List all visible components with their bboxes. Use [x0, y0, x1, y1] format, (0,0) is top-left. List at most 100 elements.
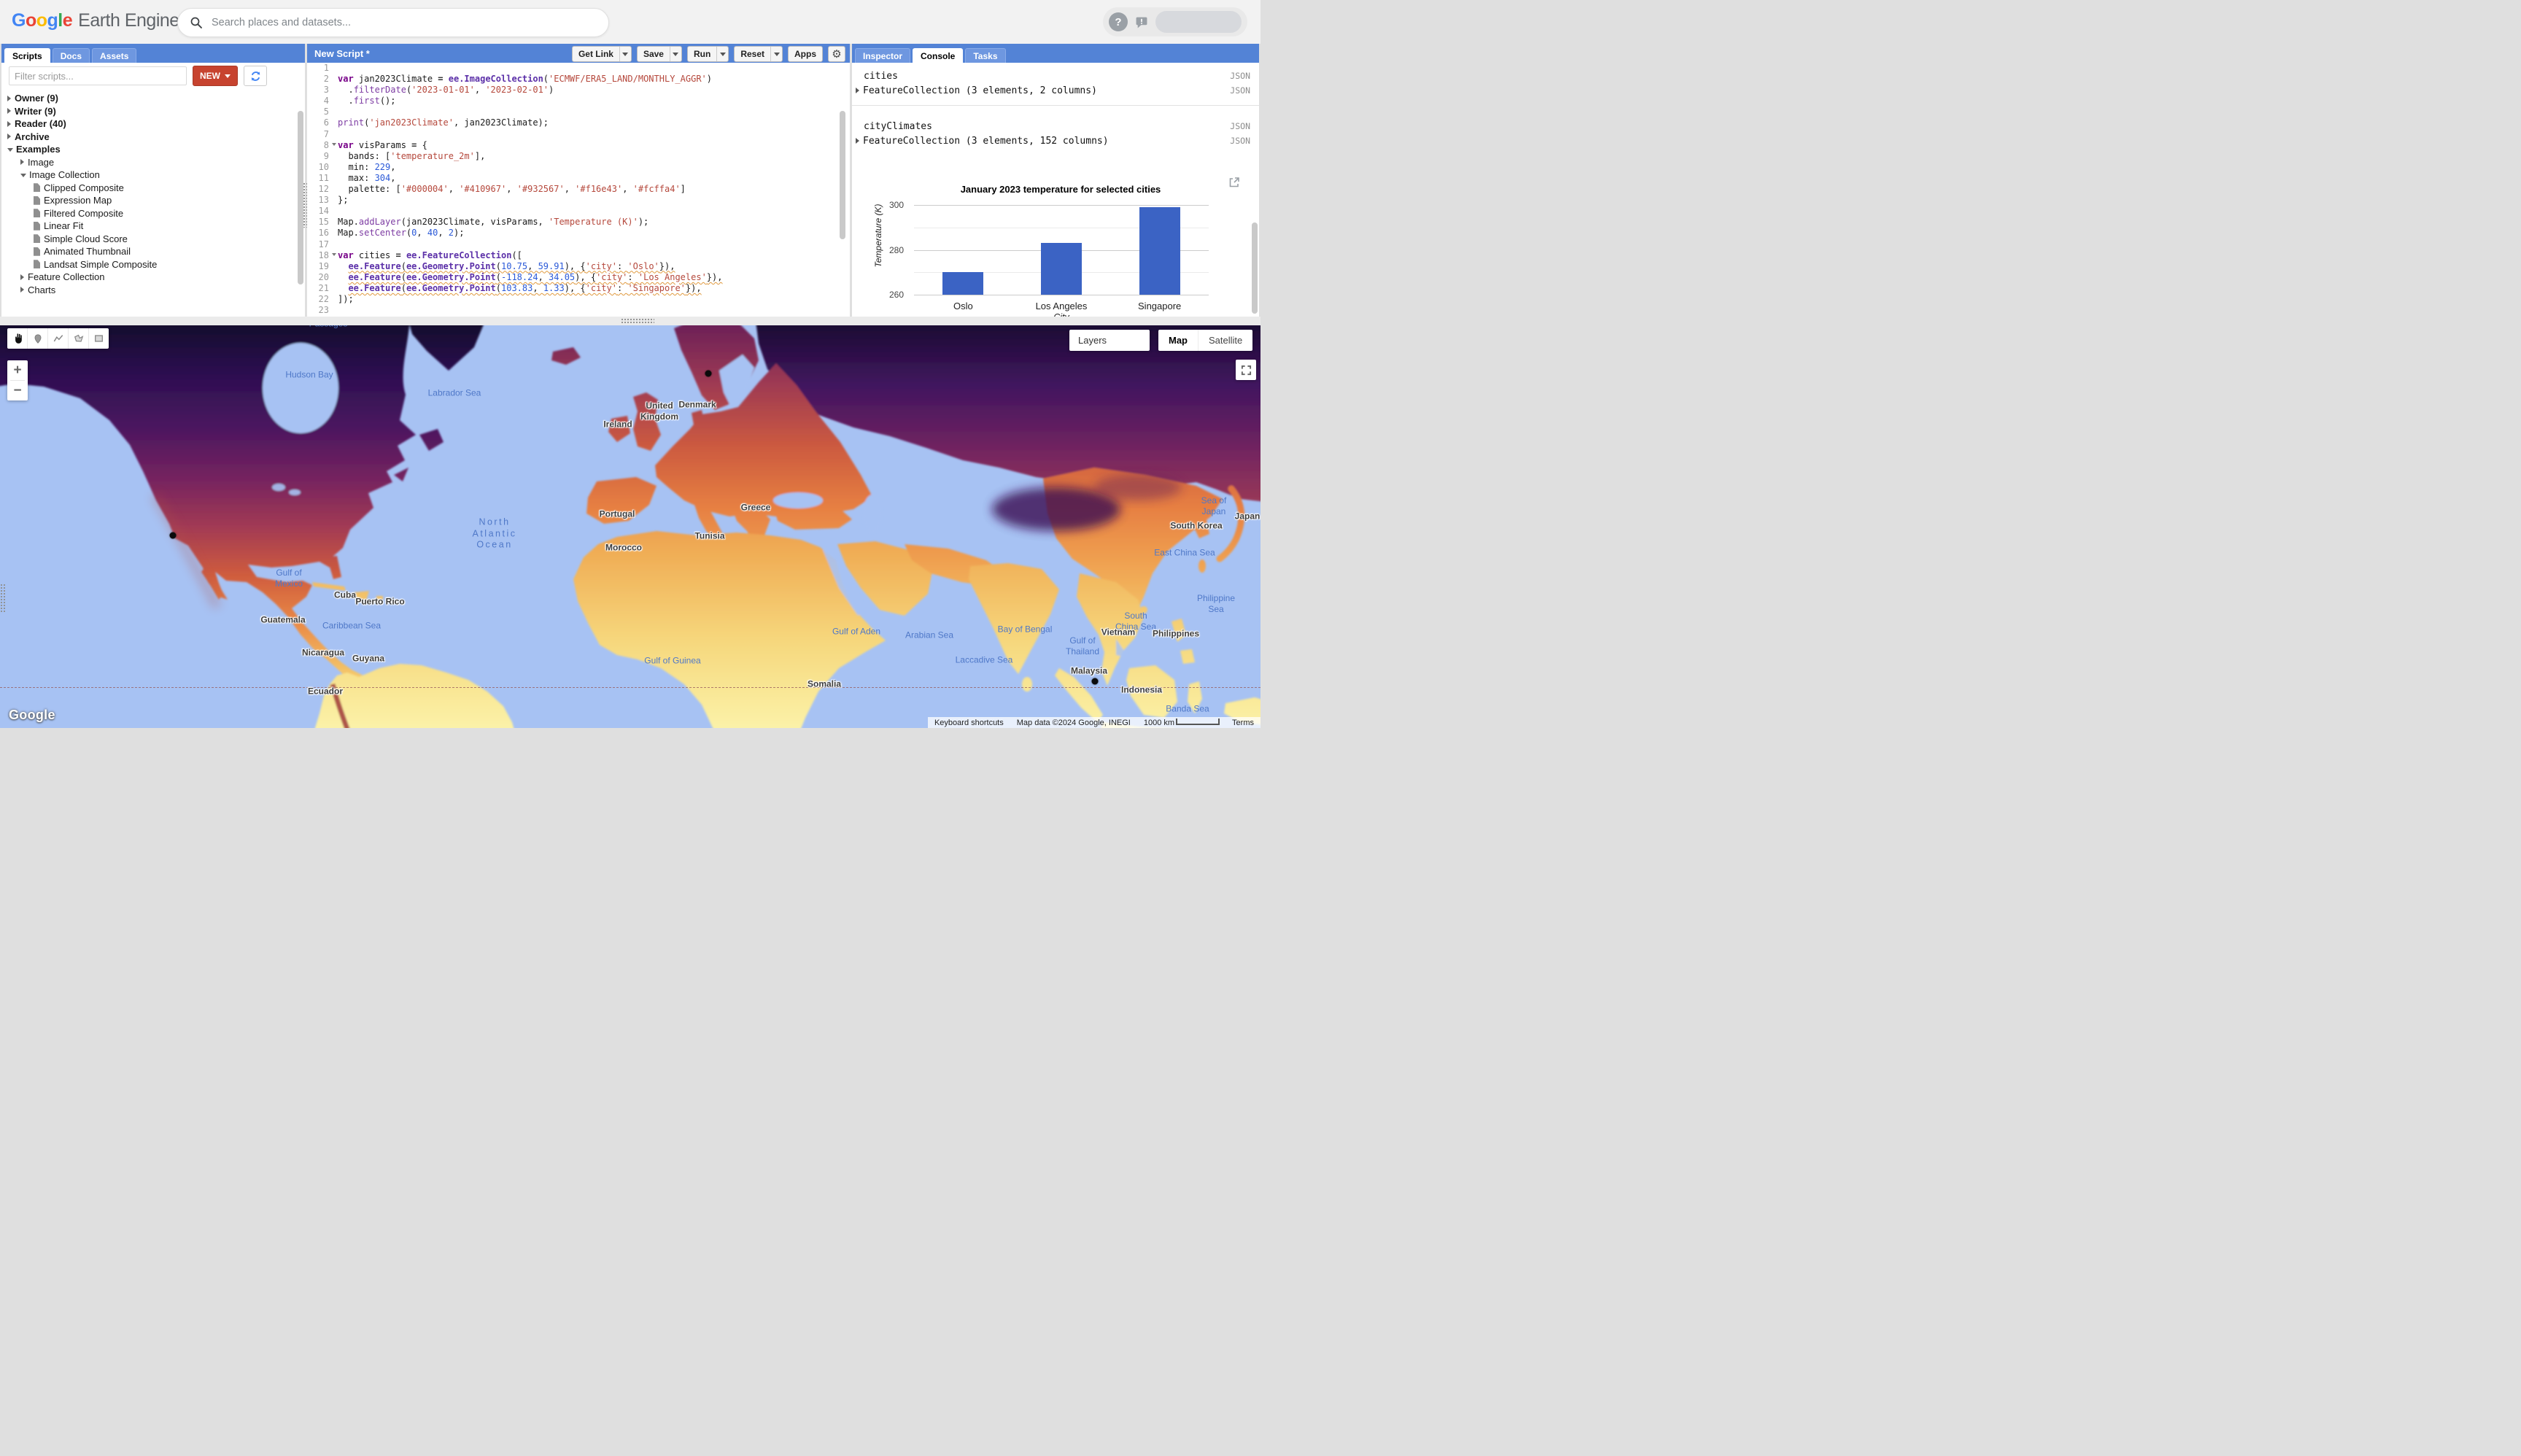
- expand-arrow-icon[interactable]: [856, 138, 859, 144]
- tree-item-reader-40-[interactable]: Reader (40): [1, 117, 298, 131]
- tree-item-expression-map[interactable]: Expression Map: [1, 194, 298, 207]
- file-icon: [34, 234, 40, 244]
- tree-item-archive[interactable]: Archive: [1, 131, 298, 144]
- code-line-23: 23: [318, 305, 329, 316]
- rectangle-tool[interactable]: [89, 328, 109, 349]
- expand-arrow-icon[interactable]: [7, 95, 11, 101]
- google-earth-engine-logo[interactable]: Google Earth Engine: [12, 10, 179, 31]
- polyline-tool[interactable]: [48, 328, 69, 349]
- account-button[interactable]: [1155, 11, 1242, 33]
- google-map-watermark[interactable]: Google: [9, 708, 55, 723]
- expand-arrow-icon[interactable]: [856, 88, 859, 93]
- tree-item-owner-9-[interactable]: Owner (9): [1, 92, 298, 105]
- expand-arrow-icon[interactable]: [7, 133, 11, 140]
- tree-item-filtered-composite[interactable]: Filtered Composite: [1, 207, 298, 220]
- console-collection-node[interactable]: FeatureCollection (3 elements, 152 colum…: [852, 133, 1259, 148]
- tab-console[interactable]: Console: [913, 48, 964, 63]
- map-type-map[interactable]: Map: [1158, 330, 1198, 351]
- tree-item-image-collection[interactable]: Image Collection: [1, 169, 298, 182]
- json-badge[interactable]: JSON: [1230, 121, 1250, 131]
- code-fold-icon[interactable]: [332, 252, 336, 256]
- tree-item-examples[interactable]: Examples: [1, 143, 298, 156]
- tab-assets[interactable]: Assets: [92, 48, 137, 63]
- tree-item-writer-9-[interactable]: Writer (9): [1, 105, 298, 118]
- code-line-22: 22]);: [318, 293, 354, 304]
- get-link-button[interactable]: Get Link: [571, 46, 632, 62]
- run-button[interactable]: Run: [686, 46, 729, 62]
- expand-arrow-icon[interactable]: [20, 274, 24, 280]
- expand-arrow-icon[interactable]: [7, 120, 11, 127]
- map-resize-divider[interactable]: [0, 317, 1260, 325]
- tree-item-label: Landsat Simple Composite: [44, 258, 158, 270]
- dropdown-caret[interactable]: [669, 47, 681, 61]
- chart-plot-area: 260 280 300 Oslo Los Angeles Singapore: [889, 200, 1209, 311]
- expand-arrow-icon[interactable]: [20, 159, 24, 166]
- code-line-19: 19 ee.Feature(ee.Geometry.Point(10.75, 5…: [318, 260, 675, 271]
- tree-item-linear-fit[interactable]: Linear Fit: [1, 220, 298, 233]
- pan-hand-tool[interactable]: [7, 328, 28, 349]
- tree-item-landsat-simple-composite[interactable]: Landsat Simple Composite: [1, 258, 298, 271]
- tree-item-label: Expression Map: [44, 195, 112, 206]
- feedback-icon[interactable]: [1135, 16, 1148, 28]
- layers-button[interactable]: Layers: [1069, 330, 1150, 351]
- expand-arrow-icon[interactable]: [7, 108, 11, 115]
- tree-item-label: Filtered Composite: [44, 207, 124, 219]
- polygon-tool[interactable]: [69, 328, 89, 349]
- tree-item-simple-cloud-score[interactable]: Simple Cloud Score: [1, 233, 298, 246]
- save-button[interactable]: Save: [636, 46, 682, 62]
- reset-button[interactable]: Reset: [734, 46, 783, 62]
- tree-item-animated-thumbnail[interactable]: Animated Thumbnail: [1, 245, 298, 258]
- tab-docs[interactable]: Docs: [52, 48, 90, 63]
- code-editor[interactable]: 1 2 var jan2023Climate = ee.ImageCollectio…: [307, 63, 843, 317]
- apps-button[interactable]: Apps: [788, 46, 823, 62]
- json-badge[interactable]: JSON: [1230, 71, 1250, 81]
- bar-los-angeles[interactable]: [1041, 242, 1082, 295]
- bar-oslo[interactable]: [942, 271, 984, 295]
- json-badge[interactable]: JSON: [1230, 85, 1250, 96]
- zoom-in-button[interactable]: +: [7, 360, 28, 380]
- tab-inspector[interactable]: Inspector: [855, 48, 911, 63]
- map-type-satellite[interactable]: Satellite: [1198, 330, 1253, 351]
- new-script-button[interactable]: NEW: [193, 66, 238, 86]
- refresh-scripts-button[interactable]: [244, 66, 267, 86]
- editor-scrollbar[interactable]: [840, 111, 845, 239]
- tree-item-charts[interactable]: Charts: [1, 284, 298, 297]
- map-left-resize-handle[interactable]: [0, 584, 6, 613]
- tree-item-clipped-composite[interactable]: Clipped Composite: [1, 182, 298, 195]
- tab-tasks[interactable]: Tasks: [965, 48, 1006, 63]
- json-badge[interactable]: JSON: [1230, 136, 1250, 146]
- geometry-drawing-toolbar: [7, 328, 109, 349]
- logo-letter: e: [62, 10, 73, 31]
- dropdown-caret[interactable]: [619, 47, 631, 61]
- file-icon: [34, 260, 40, 269]
- terms-link[interactable]: Terms: [1225, 719, 1260, 727]
- map-resize-handle[interactable]: [621, 318, 654, 324]
- search-input[interactable]: Search places and datasets...: [177, 8, 609, 37]
- collapse-arrow-icon[interactable]: [20, 173, 26, 177]
- expand-arrow-icon[interactable]: [20, 287, 24, 293]
- collapse-arrow-icon[interactable]: [7, 147, 13, 152]
- code-line-5: 5: [323, 107, 329, 117]
- fullscreen-button[interactable]: [1236, 360, 1256, 380]
- console-scrollbar[interactable]: [1252, 222, 1258, 314]
- help-icon[interactable]: ?: [1109, 12, 1128, 31]
- open-chart-external-icon[interactable]: [1228, 177, 1240, 188]
- filter-scripts-input[interactable]: [9, 66, 187, 85]
- tab-scripts[interactable]: Scripts: [4, 48, 50, 63]
- tree-item-label: Clipped Composite: [44, 182, 124, 193]
- dropdown-caret[interactable]: [716, 47, 728, 61]
- map-canvas[interactable]: PassagesHudson BayLabrador SeaNorth Atla…: [0, 325, 1260, 728]
- keyboard-shortcuts-link[interactable]: Keyboard shortcuts: [928, 719, 1010, 727]
- y-tick-260: 260: [888, 290, 904, 300]
- settings-gear-icon[interactable]: ⚙: [828, 46, 845, 62]
- dropdown-caret[interactable]: [770, 47, 782, 61]
- zoom-out-button[interactable]: −: [7, 381, 28, 400]
- tree-item-feature-collection[interactable]: Feature Collection: [1, 271, 298, 284]
- tree-item-image[interactable]: Image: [1, 156, 298, 169]
- bar-singapore[interactable]: [1139, 207, 1180, 295]
- console-collection-node[interactable]: FeatureCollection (3 elements, 2 columns…: [852, 83, 1259, 98]
- tree-item-label: Examples: [16, 144, 61, 155]
- placemark-tool[interactable]: [28, 328, 48, 349]
- code-line-20: 20 ee.Feature(ee.Geometry.Point(-118.24,…: [318, 271, 723, 282]
- code-fold-icon[interactable]: [332, 142, 336, 146]
